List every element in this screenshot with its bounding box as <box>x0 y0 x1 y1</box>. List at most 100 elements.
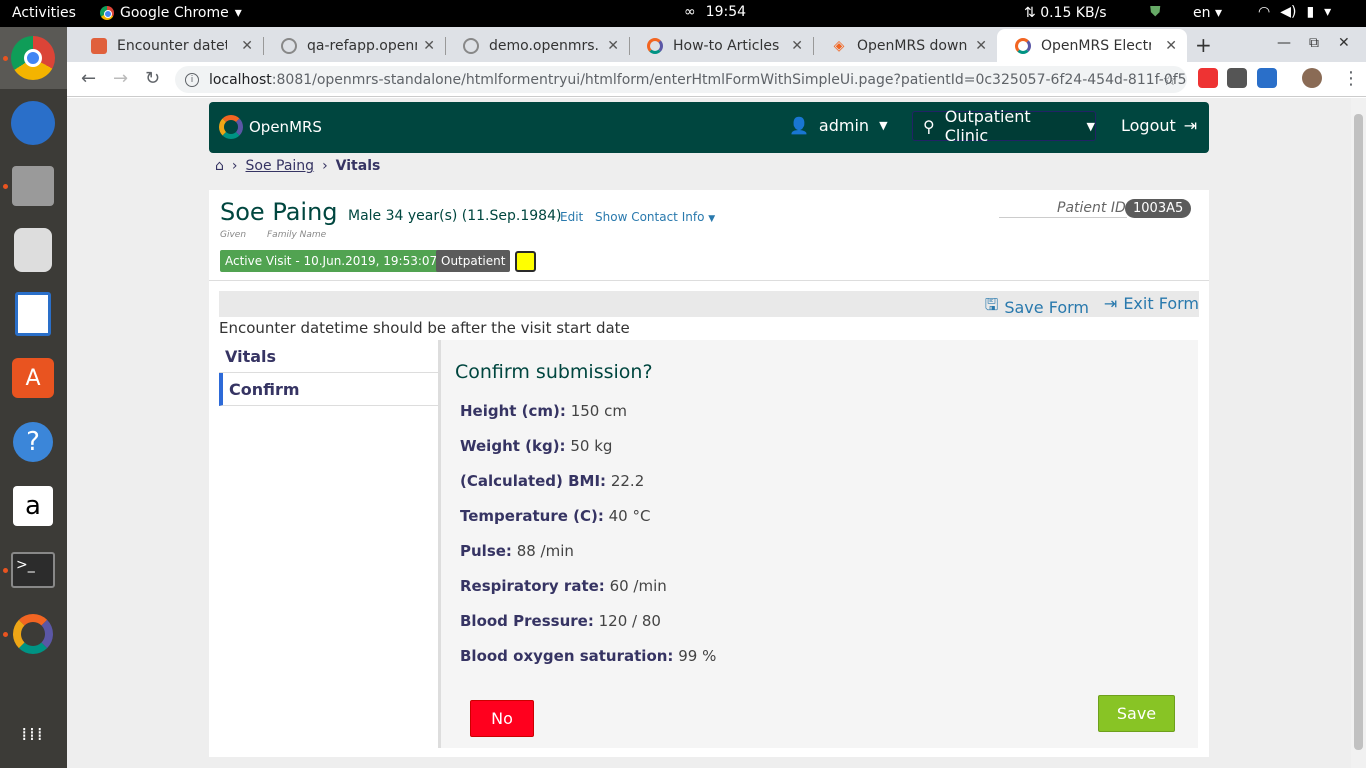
edit-patient-link[interactable]: Edit <box>560 210 583 224</box>
location-name: Outpatient Clinic <box>944 107 1031 145</box>
patient-id-label: Patient ID <box>1057 200 1126 216</box>
running-indicator <box>3 632 8 637</box>
chevron-right-icon: › <box>231 158 238 174</box>
exit-form-link[interactable]: ⇥ Exit Form <box>1104 294 1199 313</box>
sign-out-icon: ⇥ <box>1183 116 1198 135</box>
visit-type-badge: Outpatient <box>436 250 511 272</box>
caret-down-icon: ▼ <box>879 119 888 132</box>
confirm-row: Blood oxygen saturation: 99 % <box>460 647 716 665</box>
nav-item-vitals[interactable]: Vitals <box>219 340 438 373</box>
row-label: Height (cm): <box>460 402 566 420</box>
close-icon[interactable]: ✕ <box>607 38 619 54</box>
save-button[interactable]: Save <box>1098 695 1175 732</box>
tab-3[interactable]: demo.openmrs.org ✕ <box>445 29 630 62</box>
close-icon[interactable]: ✕ <box>1165 38 1177 54</box>
os-top-bar: Activities Google Chrome ▾ ∞ 19:54 ⇅ 0.1… <box>0 0 1366 27</box>
row-value: 22.2 <box>610 472 645 490</box>
close-window-button[interactable]: ✕ <box>1338 35 1350 51</box>
extension-shield-icon[interactable] <box>1227 68 1247 88</box>
volume-icon: ◀) <box>1280 4 1297 20</box>
no-button[interactable]: No <box>470 700 534 737</box>
scrollbar-thumb[interactable] <box>1354 114 1363 750</box>
shield-tray[interactable]: ⛊ <box>1150 4 1161 20</box>
nav-item-confirm[interactable]: Confirm <box>219 373 438 406</box>
tab-5[interactable]: ◈ OpenMRS downloads ✕ <box>813 29 997 62</box>
row-value: 50 kg <box>570 437 613 455</box>
shield-icon: ⛊ <box>1150 4 1161 20</box>
tab-4[interactable]: How-to Articles - ✕ <box>629 29 814 62</box>
divider <box>209 280 1209 281</box>
info-icon[interactable]: i <box>185 72 199 87</box>
amazon-icon[interactable]: a <box>9 482 57 530</box>
battery-icon: ▮ <box>1306 4 1315 20</box>
apps-grid-icon[interactable]: ⁞⁞⁞ <box>9 711 57 759</box>
tab-title: qa-refapp.openmrs <box>307 37 417 54</box>
tab-2[interactable]: qa-refapp.openmrs ✕ <box>263 29 446 62</box>
reload-button[interactable]: ↻ <box>145 68 160 89</box>
software-center-icon[interactable]: A <box>9 354 57 402</box>
confirm-panel: Confirm submission? Height (cm): 150 cm … <box>438 340 1198 748</box>
dock: A ? a >_ ⁞⁞⁞ <box>0 27 67 768</box>
page-scrollbar[interactable] <box>1351 98 1366 768</box>
lang-menu[interactable]: en ▾ <box>1193 5 1222 21</box>
sticky-note-icon[interactable] <box>515 251 536 272</box>
tab-title: OpenMRS Electronic <box>1041 37 1151 54</box>
home-icon[interactable]: ⌂ <box>215 158 224 174</box>
avatar[interactable] <box>1302 68 1322 88</box>
forward-button[interactable]: → <box>113 68 128 89</box>
row-label: Weight (kg): <box>460 437 566 455</box>
location-selector[interactable]: ⚲ Outpatient Clinic ▼ <box>912 107 1096 145</box>
url-input[interactable]: i localhost:8081/openmrs-standalone/html… <box>175 66 1187 93</box>
close-icon[interactable]: ✕ <box>241 38 253 54</box>
address-bar-row: ← → ↻ i localhost:8081/openmrs-standalon… <box>67 62 1366 97</box>
chevron-down-icon: ▾ <box>234 5 242 21</box>
back-button[interactable]: ← <box>81 68 96 89</box>
save-form-link[interactable]: 🖫 Save Form <box>985 294 1089 321</box>
openmrs-logo[interactable]: OpenMRS <box>219 115 322 139</box>
confirm-row: Pulse: 88 /min <box>460 542 574 560</box>
row-label: Temperature (C): <box>460 507 604 525</box>
row-value: 88 /min <box>516 542 574 560</box>
tab-1[interactable]: Encounter datetime ✕ <box>73 29 264 62</box>
net-speed-value: 0.15 KB/s <box>1040 5 1107 21</box>
extension-briefcase-icon[interactable] <box>1257 68 1277 88</box>
row-label: Blood Pressure: <box>460 612 594 630</box>
logout-link[interactable]: Logout ⇥ <box>1121 116 1197 135</box>
lang-value: en <box>1193 5 1211 21</box>
user-menu[interactable]: 👤 admin ▼ <box>789 116 888 135</box>
openmrs-favicon <box>463 37 479 54</box>
close-icon[interactable]: ✕ <box>975 38 987 54</box>
openmrs-favicon <box>281 37 297 54</box>
extension-on-icon[interactable] <box>1198 68 1218 88</box>
close-icon[interactable]: ✕ <box>791 38 803 54</box>
rhythmbox-icon[interactable] <box>9 226 57 274</box>
net-speed[interactable]: ⇅ 0.15 KB/s <box>1024 5 1107 21</box>
confirm-title: Confirm submission? <box>455 361 653 383</box>
openmrs-dock-icon[interactable] <box>9 610 57 658</box>
main-content: Soe Paing Given Family Name Male 34 year… <box>209 190 1209 757</box>
maximize-button[interactable]: ⧉ <box>1309 35 1319 51</box>
writer-icon[interactable] <box>9 290 57 338</box>
chrome-dock-icon[interactable] <box>9 34 57 82</box>
activities-button[interactable]: Activities <box>12 5 76 21</box>
clock[interactable]: ∞ 19:54 <box>684 4 746 20</box>
breadcrumb-patient-link[interactable]: Soe Paing <box>246 158 315 174</box>
running-indicator <box>3 56 8 61</box>
menu-dots-icon[interactable]: ⋮ <box>1342 68 1360 89</box>
terminal-icon[interactable]: >_ <box>9 546 57 594</box>
tab-title: Encounter datetime <box>117 37 227 54</box>
minimize-button[interactable]: — <box>1277 35 1291 51</box>
tab-active[interactable]: OpenMRS Electronic ✕ <box>997 29 1187 62</box>
active-visit-badge[interactable]: Active Visit - 10.Jun.2019, 19:53:07 <box>220 250 443 272</box>
new-tab-button[interactable]: + <box>1195 33 1212 57</box>
map-marker-icon: ⚲ <box>923 116 935 136</box>
app-menu[interactable]: Google Chrome ▾ <box>100 5 242 21</box>
files-icon[interactable] <box>9 162 57 210</box>
show-contact-info-link[interactable]: Show Contact Info ▼ <box>595 210 715 224</box>
system-tray[interactable]: ◠ ◀) ▮ ▾ <box>1258 4 1331 20</box>
close-icon[interactable]: ✕ <box>423 38 435 54</box>
thunderbird-icon[interactable] <box>9 99 57 147</box>
tab-title: How-to Articles - <box>673 37 783 54</box>
star-icon[interactable]: ☆ <box>1163 70 1177 89</box>
help-icon[interactable]: ? <box>9 418 57 466</box>
